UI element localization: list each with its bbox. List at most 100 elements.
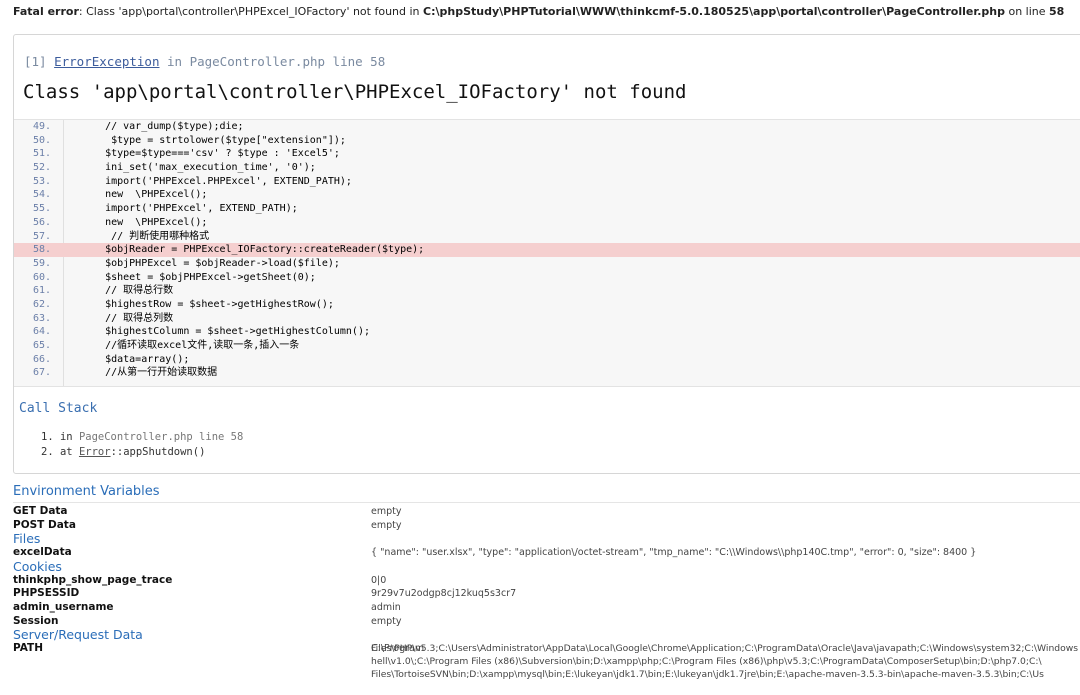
code-line: 64. $highestColumn = $sheet->getHighestC…: [14, 325, 1080, 339]
call-stack-number: 1.: [41, 431, 54, 443]
code-line: 65. //循环读取excel文件,读取一条,插入一条: [14, 339, 1080, 353]
env-section-title: Server/Request Data: [13, 627, 143, 643]
env-value: empty: [371, 615, 402, 627]
line-number: 49.: [32, 121, 51, 132]
code-line: 59. $objPHPExcel = $objReader->load($fil…: [14, 257, 1080, 271]
env-key: Session: [13, 614, 59, 627]
env-value: { "name": "user.xlsx", "type": "applicat…: [371, 547, 977, 559]
code-line: 50. $type = strtolower($type["extension"…: [14, 134, 1080, 148]
code-text: // 取得总列数: [81, 312, 174, 324]
line-number: 54.: [32, 189, 51, 201]
env-row: GET Data empty: [13, 505, 1080, 519]
line-number: 67.: [32, 367, 51, 379]
code-text: // 取得总行数: [81, 285, 174, 297]
source-code-block: 49. // var_dump($type);die; 50. $type = s…: [14, 119, 1080, 387]
exception-index: [1]: [24, 54, 47, 69]
env-row: thinkphp_show_page_trace 0|0: [13, 574, 1080, 588]
fatal-error-text: : Class 'app\portal\controller\PHPExcel_…: [78, 5, 424, 18]
code-text: $objPHPExcel = $objReader->load($file);: [81, 257, 340, 269]
line-number: 63.: [32, 312, 51, 324]
exception-header: [1] ErrorException in PageController.php…: [24, 54, 385, 69]
call-stack-list: 1. in PageController.php line 58 2. at E…: [41, 430, 243, 460]
code-text: ini_set('max_execution_time', '0');: [81, 162, 316, 174]
fatal-error-line-text: on line: [1004, 5, 1050, 18]
fatal-error-line: 58: [1049, 5, 1065, 18]
env-row: admin_username admin: [13, 601, 1080, 615]
code-text: //循环读取excel文件,读取一条,插入一条: [81, 340, 300, 351]
code-line-highlighted: 58. $objReader = PHPExcel_IOFactory::cre…: [14, 243, 1080, 257]
code-text: import('PHPExcel.PHPExcel', EXTEND_PATH)…: [81, 175, 352, 187]
line-number: 61.: [32, 285, 51, 297]
code-line: 60. $sheet = $objPHPExcel->getSheet(0);: [14, 271, 1080, 285]
call-stack-class-link[interactable]: Error: [79, 446, 111, 458]
code-text: $highestColumn = $sheet->getHighestColum…: [81, 326, 370, 338]
environment-divider: [13, 502, 1080, 503]
code-line: 62. $highestRow = $sheet->getHighestRow(…: [14, 298, 1080, 312]
code-text: $sheet = $objPHPExcel->getSheet(0);: [81, 271, 316, 283]
call-stack-item: 1. in PageController.php line 58: [41, 430, 243, 445]
code-line: 51. $type=$type==='csv' ? $type : 'Excel…: [14, 147, 1080, 161]
env-row: POST Data empty: [13, 519, 1080, 533]
exception-title: Class 'app\portal\controller\PHPExcel_IO…: [23, 81, 687, 103]
fatal-error-label: Fatal error: [13, 5, 79, 18]
exception-location: in PageController.php line 58: [159, 54, 386, 69]
env-section-heading: Cookies: [13, 558, 1080, 574]
line-number: 55.: [32, 203, 51, 215]
path-value: Files\PHP\v5.3;C:\Users\Administrator\Ap…: [371, 642, 1080, 681]
env-key: PATH: [13, 642, 43, 655]
path-line: Files\TortoiseSVN\bin;D:\xampp\mysql\bin…: [371, 669, 1044, 680]
line-number: 51.: [32, 148, 51, 160]
env-value: admin: [371, 601, 401, 613]
code-text: new \PHPExcel();: [81, 189, 208, 201]
code-text: $objReader = PHPExcel_IOFactory::createR…: [81, 244, 425, 256]
code-text: //从第一行开始读取数据: [81, 367, 218, 379]
env-row: PHPSESSID 9r29v7u2odgp8cj12kuq5s3cr7: [13, 587, 1080, 601]
fatal-error-file: C:\phpStudy\PHPTutorial\WWW\thinkcmf-5.0…: [423, 5, 1005, 18]
path-line: hell\v1.0\;C:\Program Files (x86)\Subver…: [371, 656, 1042, 667]
env-key: admin_username: [13, 600, 114, 613]
code-lines: 49. // var_dump($type);die; 50. $type = s…: [14, 120, 1080, 380]
env-row: Session empty: [13, 615, 1080, 629]
environment-table: GET Data empty POST Data empty Files excelDat…: [13, 505, 1080, 656]
env-value: empty: [371, 506, 402, 517]
line-number: 57.: [32, 230, 51, 242]
env-section-heading: Server/Request Data: [13, 628, 1080, 642]
env-key: POST Data: [13, 518, 76, 531]
call-stack-item: 2. at Error::appShutdown(): [41, 445, 243, 460]
line-number: 60.: [32, 271, 51, 283]
code-line: 66. $data=array();: [14, 353, 1080, 367]
environment-variables-title: Environment Variables: [13, 484, 160, 499]
line-number: 58.: [32, 244, 51, 256]
code-line: 55. import('PHPExcel', EXTEND_PATH);: [14, 202, 1080, 216]
line-number: 65.: [32, 340, 51, 351]
env-value: 0|0: [371, 574, 387, 586]
call-stack-location: PageController.php line 58: [78, 431, 244, 443]
code-line: 56. new \PHPExcel();: [14, 216, 1080, 230]
code-line: 61. // 取得总行数: [14, 284, 1080, 298]
env-key: thinkphp_show_page_trace: [13, 573, 173, 586]
line-number: 66.: [32, 353, 51, 365]
path-line: Files\PHP\v5.3;C:\Users\Administrator\Ap…: [371, 643, 1079, 654]
code-text: // 判断使用哪种格式: [81, 230, 210, 242]
code-text: import('PHPExcel', EXTEND_PATH);: [81, 203, 298, 215]
call-stack-method: ::appShutdown(): [110, 446, 206, 458]
code-text: $type=$type==='csv' ? $type : 'Excel5';: [81, 148, 340, 160]
code-line: 67. //从第一行开始读取数据: [14, 366, 1080, 380]
fatal-error-message: Fatal error: Class 'app\portal\controlle…: [13, 5, 1064, 18]
env-section-heading: Files: [13, 532, 1080, 546]
env-section-title: Cookies: [13, 558, 62, 574]
line-number: 53.: [32, 175, 51, 187]
code-text: // var_dump($type);die;: [81, 121, 244, 132]
exception-type-link[interactable]: ErrorException: [54, 54, 159, 69]
env-section-title: Files: [13, 531, 41, 547]
code-line: 54. new \PHPExcel();: [14, 188, 1080, 202]
line-number: 62.: [32, 298, 51, 310]
call-stack-number: 2.: [41, 446, 54, 458]
code-text: $data=array();: [81, 353, 190, 365]
code-line: 53. import('PHPExcel.PHPExcel', EXTEND_P…: [14, 175, 1080, 189]
code-line: 52. ini_set('max_execution_time', '0');: [14, 161, 1080, 175]
call-stack-prefix: in: [59, 431, 79, 443]
code-text: $type = strtolower($type["extension"]);: [81, 134, 346, 146]
line-number: 52.: [32, 162, 51, 174]
code-line: 49. // var_dump($type);die;: [14, 120, 1080, 134]
